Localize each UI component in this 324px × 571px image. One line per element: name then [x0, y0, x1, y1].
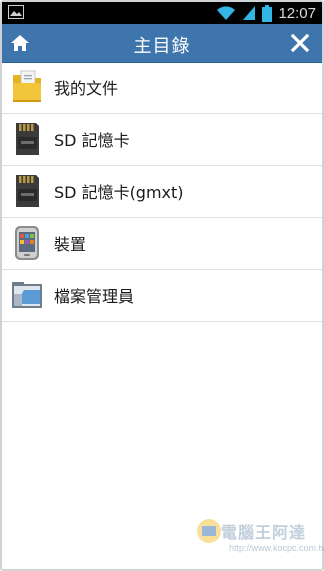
watermark: 電腦王阿達 http://www.kocpc.com.tw: [195, 513, 324, 569]
watermark-url: http://www.kocpc.com.tw: [229, 543, 324, 553]
list-item-label: 檔案管理員: [54, 287, 135, 306]
phone-device-icon: [15, 226, 39, 260]
title-bar: 主目錄: [2, 24, 322, 63]
list-item-file-manager[interactable]: 檔案管理員: [2, 270, 322, 322]
signal-icon: [243, 6, 256, 20]
wifi-icon: [217, 6, 236, 20]
list-item-device[interactable]: 裝置: [2, 218, 322, 270]
folder-document-icon: [13, 70, 41, 102]
gallery-notification-icon: [8, 5, 24, 19]
list-item-sd-card-gmxt[interactable]: SD 記憶卡(gmxt): [2, 166, 322, 218]
storage-list: 我的文件 SD 記憶卡 SD 記憶卡(gmxt) 裝置 檔案管理員: [2, 62, 322, 322]
list-item-sd-card[interactable]: SD 記憶卡: [2, 114, 322, 166]
watermark-logo-icon: [197, 519, 221, 543]
file-manager-icon: [12, 282, 42, 308]
list-item-my-documents[interactable]: 我的文件: [2, 62, 322, 114]
battery-icon: [262, 4, 273, 22]
list-item-label: SD 記憶卡(gmxt): [54, 183, 184, 202]
watermark-title: 電腦王阿達: [221, 523, 307, 542]
close-icon[interactable]: [290, 33, 310, 53]
page-title: 主目錄: [133, 36, 191, 57]
list-item-label: SD 記憶卡: [54, 131, 130, 150]
sd-card-icon: [16, 175, 39, 207]
status-bar: 12:07: [2, 2, 322, 24]
clock: 12:07: [278, 4, 316, 22]
list-item-label: 我的文件: [54, 79, 119, 98]
list-item-label: 裝置: [54, 235, 87, 254]
sd-card-icon: [16, 123, 39, 155]
